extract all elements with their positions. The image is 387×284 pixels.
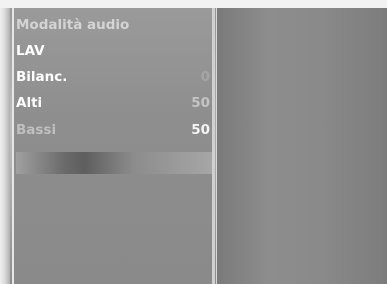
- menu-item-balance[interactable]: Bilanc. 0: [16, 66, 212, 88]
- menu-item-label: Bassi: [16, 122, 57, 138]
- tv-screen: Modalità audio LAV Bilanc. 0 Alti 50 Bas…: [0, 0, 387, 284]
- left-border: [0, 8, 10, 284]
- menu-item-value: 50: [191, 95, 210, 111]
- menu-item-treble[interactable]: Alti 50: [16, 92, 212, 114]
- audio-settings-menu: Modalità audio LAV Bilanc. 0 Alti 50 Bas…: [12, 8, 215, 284]
- menu-item-label: Modalità audio: [16, 17, 130, 33]
- video-preview-area: [216, 8, 387, 284]
- menu-item-bass[interactable]: Bassi 50: [16, 119, 212, 141]
- menu-item-label: Alti: [16, 95, 43, 111]
- menu-item-value: 50: [191, 122, 210, 138]
- selection-highlight-bar[interactable]: [16, 152, 212, 174]
- menu-item-audio-mode[interactable]: Modalità audio: [16, 14, 212, 36]
- top-border: [0, 0, 387, 8]
- menu-item-lav[interactable]: LAV: [16, 40, 212, 62]
- menu-item-label: LAV: [16, 43, 45, 59]
- menu-item-label: Bilanc.: [16, 69, 68, 85]
- menu-item-value: 0: [200, 69, 210, 85]
